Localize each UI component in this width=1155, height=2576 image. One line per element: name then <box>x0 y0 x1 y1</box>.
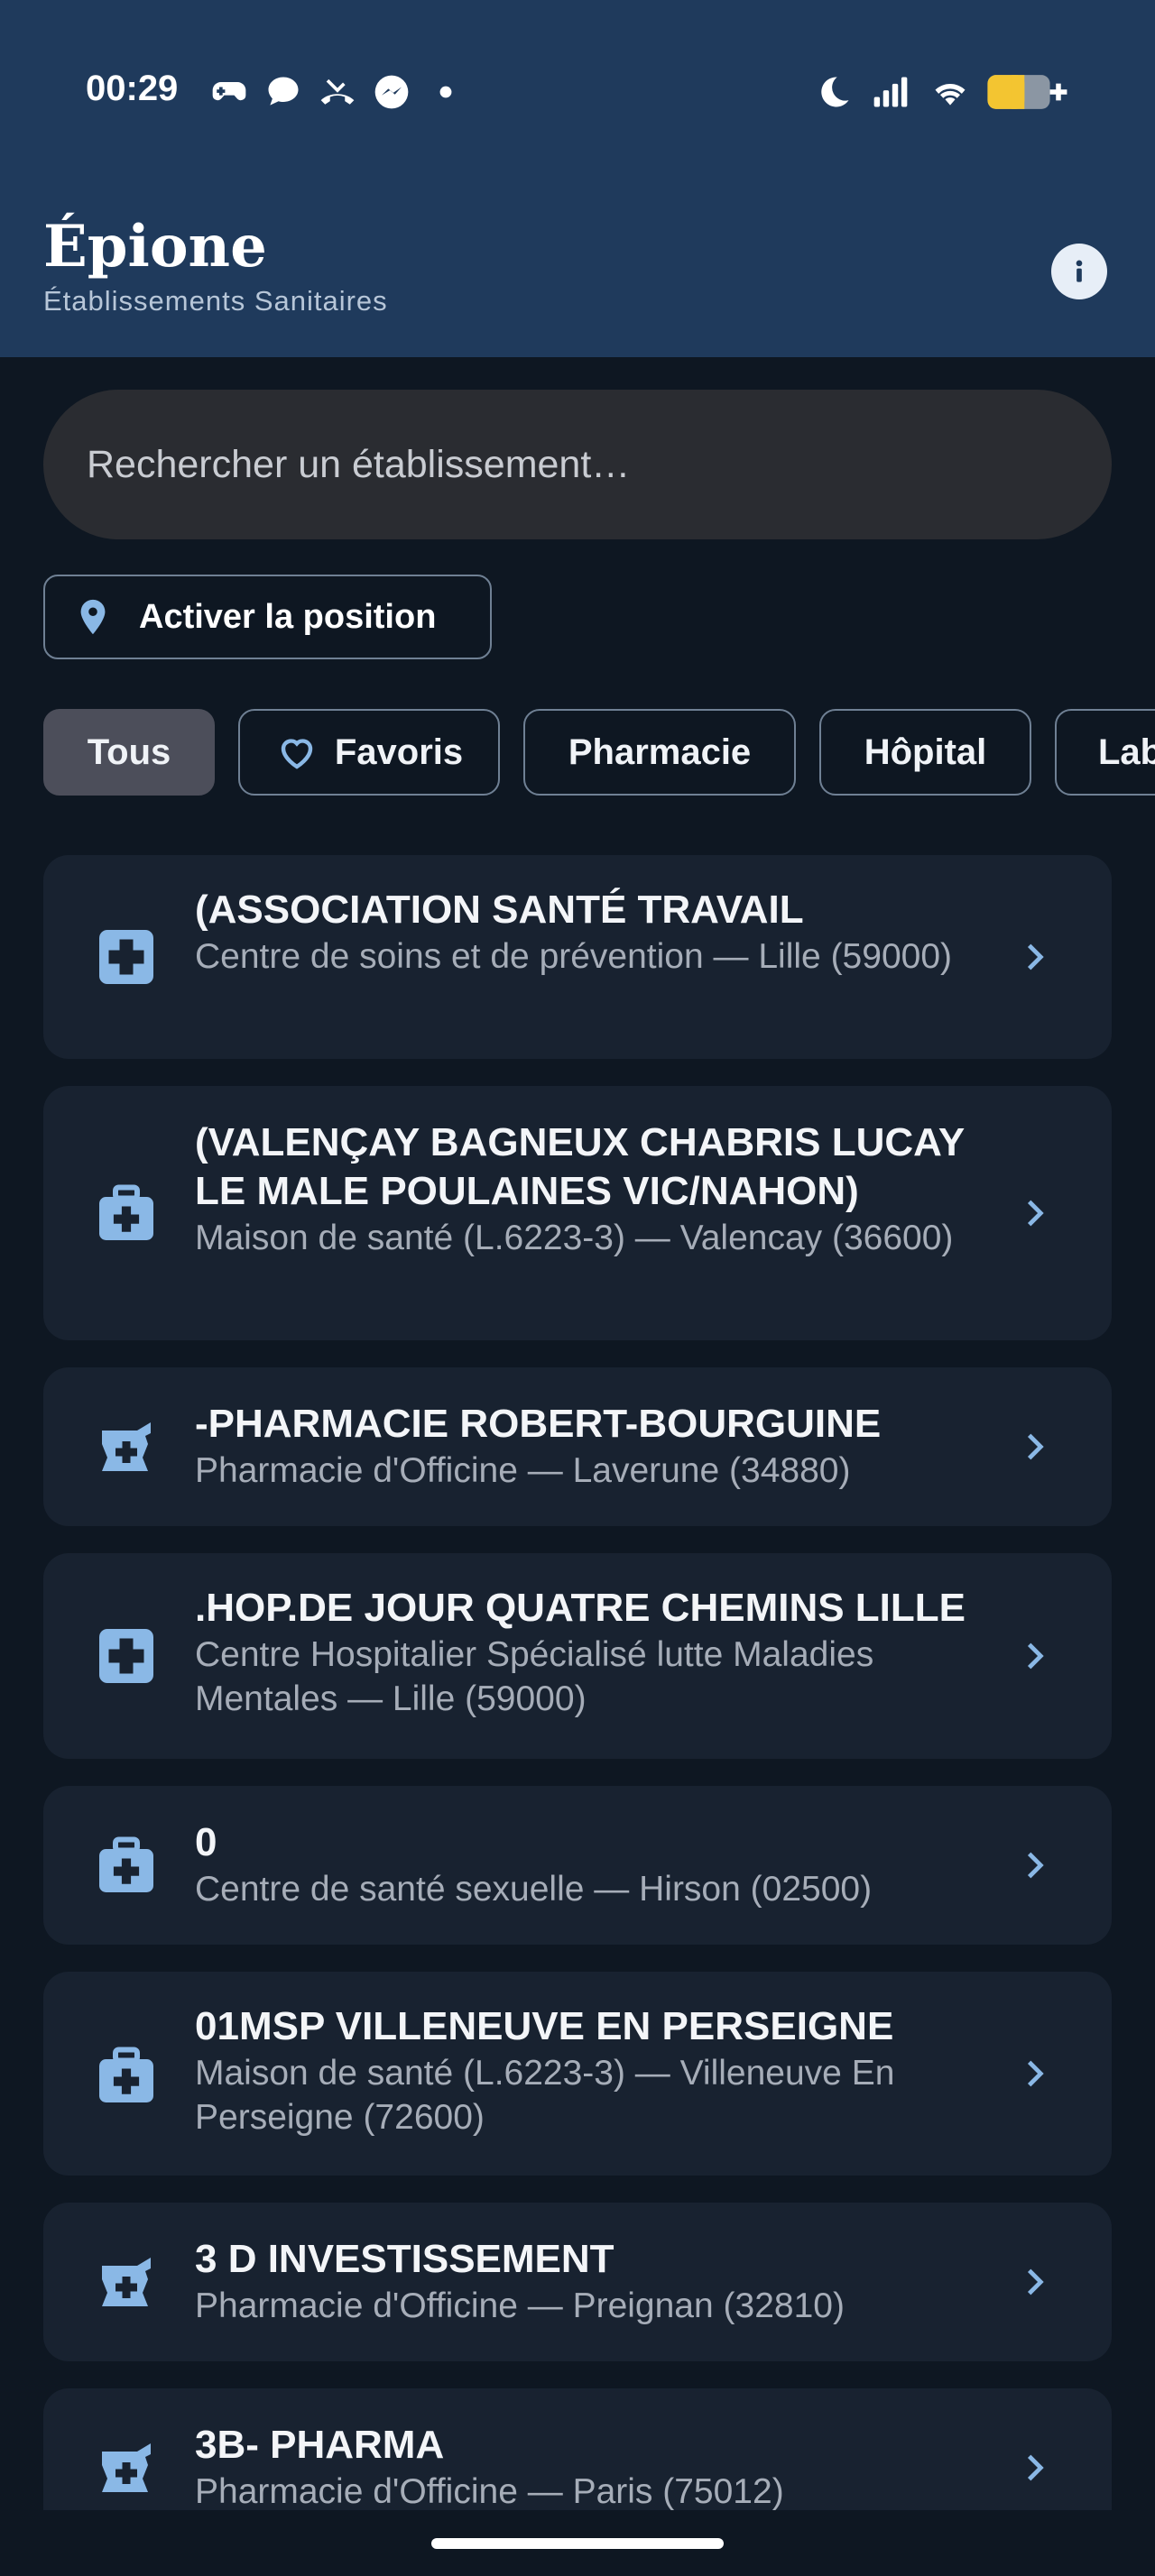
dot-icon <box>439 86 452 98</box>
filter-chips: Tous Favoris Pharmacie Hôpital Lab <box>0 709 1155 796</box>
phone-missed-icon <box>320 78 355 105</box>
establishment-details: Maison de santé (L.6223-3) — Villeneuve … <box>195 2054 895 2137</box>
establishment-details: Pharmacie d'Officine — Paris (75012) <box>195 2472 784 2510</box>
filter-chip-all[interactable]: Tous <box>43 709 215 796</box>
wifi-icon <box>935 83 966 106</box>
chevron-right-icon <box>1027 2454 1044 2481</box>
filter-chip-label: Favoris <box>334 731 464 772</box>
status-system-icons <box>814 70 1072 114</box>
list-item[interactable]: 01MSP VILLENEUVE EN PERSEIGNE Maison de … <box>43 1972 1112 2176</box>
chevron-right-icon <box>1027 1433 1044 1460</box>
status-bar: 00:29 <box>0 0 1155 180</box>
establishment-name: -PHARMACIE ROBERT-BOURGUINE <box>195 1402 882 1446</box>
establishment-details: Pharmacie d'Officine — Laverune (34880) <box>195 1451 851 1490</box>
filter-chip-label: Tous <box>87 731 171 772</box>
activate-location-button[interactable]: Activer la position <box>43 575 492 659</box>
gamepad-icon <box>212 82 246 101</box>
list-item[interactable]: -PHARMACIE ROBERT-BOURGUINE Pharmacie d'… <box>43 1367 1112 1526</box>
pharmacy-mortar-icon <box>102 2443 151 2492</box>
filter-chip-favorites[interactable]: Favoris <box>238 709 500 796</box>
medical-bag-icon <box>99 1836 153 1892</box>
status-app-icons <box>209 72 466 112</box>
app-title: Épione <box>43 213 267 281</box>
establishment-details: Centre de santé sexuelle — Hirson (02500… <box>195 1870 873 1909</box>
chevron-right-icon <box>1027 2060 1044 2087</box>
establishment-name: 3 D INVESTISSEMENT <box>195 2237 614 2281</box>
medical-cross-icon <box>99 930 153 984</box>
list-item[interactable]: .HOP.DE JOUR QUATRE CHEMINS LILLE Centre… <box>43 1553 1112 1759</box>
signal-icon <box>873 77 908 107</box>
establishment-name: (ASSOCIATION SANTÉ TRAVAIL <box>195 888 804 932</box>
chevron-right-icon <box>1027 1852 1044 1879</box>
status-time: 00:29 <box>86 69 179 108</box>
filter-chip-pharmacy[interactable]: Pharmacie <box>523 709 796 796</box>
filter-chip-label: Hôpital <box>864 731 987 772</box>
chevron-right-icon <box>1027 1642 1044 1670</box>
list-item[interactable]: 3B- PHARMA Pharmacie d'Officine — Paris … <box>43 2388 1112 2510</box>
chevron-right-icon <box>1027 2268 1044 2295</box>
search-placeholder: Rechercher un établissement… <box>87 442 631 486</box>
location-pin-icon <box>80 599 106 635</box>
medical-bag-icon <box>99 1184 153 1240</box>
establishment-details: Centre de soins et de prévention — Lille… <box>195 937 952 976</box>
chevron-right-icon <box>1027 1200 1044 1227</box>
filter-chip-label: Lab <box>1098 731 1155 772</box>
establishment-name: .HOP.DE JOUR QUATRE CHEMINS LILLE <box>195 1586 966 1630</box>
establishment-name: 3B- PHARMA <box>195 2423 445 2467</box>
heart-icon <box>281 739 313 769</box>
filter-chip-label: Pharmacie <box>568 731 752 772</box>
medical-cross-icon <box>99 1629 153 1683</box>
info-icon <box>1076 260 1083 282</box>
app-header: 00:29 Épione Établissements Sanitaires <box>0 0 1155 357</box>
moon-icon <box>821 77 849 107</box>
pharmacy-mortar-icon <box>102 1422 151 1471</box>
pharmacy-mortar-icon <box>102 2258 151 2306</box>
app-subtitle: Établissements Sanitaires <box>43 285 388 317</box>
chevron-right-icon <box>1027 943 1044 971</box>
establishment-details: Centre Hospitalier Spécialisé lutte Mala… <box>195 1635 874 1718</box>
establishment-details: Pharmacie d'Officine — Preignan (32810) <box>195 2286 845 2325</box>
location-button-label: Activer la position <box>139 597 437 636</box>
list-item[interactable]: (ASSOCIATION SANTÉ TRAVAIL Centre de soi… <box>43 855 1112 1059</box>
establishment-list: (ASSOCIATION SANTÉ TRAVAIL Centre de soi… <box>43 855 1112 2510</box>
list-item[interactable]: 0 Centre de santé sexuelle — Hirson (025… <box>43 1786 1112 1945</box>
list-item[interactable]: 3 D INVESTISSEMENT Pharmacie d'Officine … <box>43 2203 1112 2361</box>
filter-chip-lab[interactable]: Lab <box>1055 709 1155 796</box>
filter-chip-hospital[interactable]: Hôpital <box>819 709 1031 796</box>
medical-bag-icon <box>99 2047 153 2102</box>
info-button[interactable] <box>1051 244 1107 299</box>
chat-bubble-icon <box>268 77 299 106</box>
list-item[interactable]: (VALENÇAY BAGNEUX CHABRIS LUCAY LE MALE … <box>43 1086 1112 1340</box>
establishment-name: 0 <box>195 1820 217 1864</box>
search-input[interactable]: Rechercher un établissement… <box>43 390 1112 539</box>
establishment-name: 01MSP VILLENEUVE EN PERSEIGNE <box>195 2004 894 2048</box>
home-indicator[interactable] <box>431 2538 724 2549</box>
battery-icon <box>987 75 1067 109</box>
establishment-details: Maison de santé (L.6223-3) — Valencay (3… <box>195 1219 954 1257</box>
messenger-icon <box>374 75 409 109</box>
establishment-name: (VALENÇAY BAGNEUX CHABRIS LUCAY LE MALE … <box>195 1120 965 1213</box>
